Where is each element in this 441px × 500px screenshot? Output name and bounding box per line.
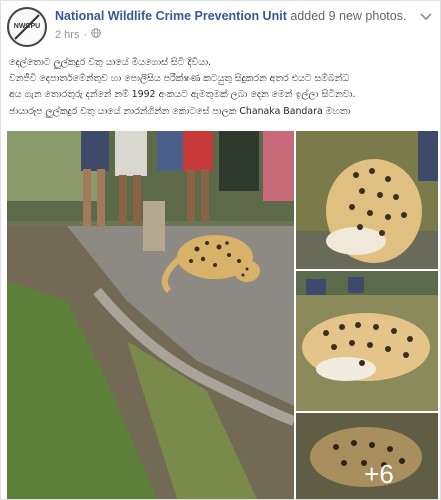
post-meta: 2 hrs · — [55, 28, 101, 41]
meta-separator: · — [83, 28, 88, 41]
post-text-line: ඡායාරූප ලුල්කදුර වතු යායේ නාරන්ගින්න කොට… — [9, 105, 351, 117]
page-avatar[interactable]: NWCPU — [7, 7, 47, 47]
leopard-closeup-photo-2[interactable] — [296, 271, 438, 411]
page-name-link[interactable]: National Wildlife Crime Prevention Unit — [55, 9, 287, 23]
leopard-crowd-photo[interactable] — [7, 131, 294, 499]
post-card: NWCPU National Wildlife Crime Prevention… — [0, 0, 441, 500]
globe-icon — [91, 28, 101, 41]
more-photos-overlay[interactable]: +6 — [296, 413, 438, 499]
post-text: දෙල්තොට ලුල්කදුර වතු යායේ මියගොස් සිටි ද… — [9, 55, 437, 120]
post-text-line: දෙල්තොට ලුල්කදුර වතු යායේ මියගොස් සිටි ද… — [9, 57, 212, 68]
post-timestamp[interactable]: 2 hrs — [55, 29, 79, 41]
photo-grid: +6 — [7, 131, 438, 499]
chevron-down-icon[interactable] — [419, 9, 433, 21]
leopard-closeup-photo-3[interactable]: +6 — [296, 413, 438, 499]
post-header: NWCPU National Wildlife Crime Prevention… — [7, 7, 435, 47]
post-action-text: added 9 new photos. — [290, 9, 407, 23]
post-text-line: වනජීවි දෙපාර්තමේන්තුව හා පොලීසිය පරීක්ෂණ… — [9, 73, 350, 85]
post-text-line: අය ගැන තොරතුරු දන්නේ නම් 1992 අංකයට ඇමතු… — [9, 89, 356, 101]
leopard-closeup-photo-1[interactable] — [296, 131, 438, 269]
post-title: National Wildlife Crime Prevention Unit … — [55, 9, 406, 23]
more-photos-count: +6 — [364, 458, 394, 489]
